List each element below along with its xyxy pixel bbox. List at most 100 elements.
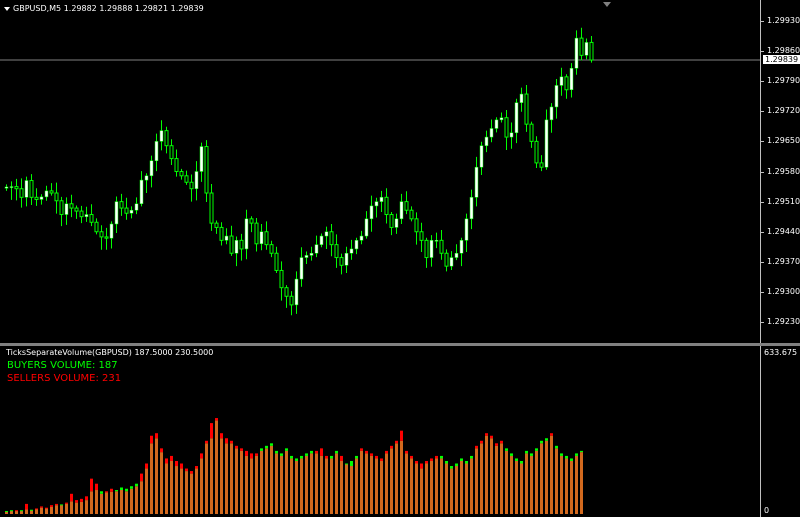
buyers-volume-bar <box>505 448 508 451</box>
buyers-volume-bar <box>345 463 348 465</box>
price-scale[interactable]: 1.29930 1.29860 1.29790 1.29720 1.29650 1.295… <box>760 0 800 343</box>
candle-body-bear <box>54 192 59 202</box>
volume-indicator-pane[interactable]: TicksSeparateVolume(GBPUSD) 187.5000 230… <box>0 346 760 517</box>
volume-bar-base <box>365 453 368 514</box>
volume-bar-base <box>260 450 263 514</box>
sellers-volume-bar <box>385 450 388 454</box>
volume-bar-base <box>400 440 403 514</box>
sellers-volume-bar <box>185 468 188 472</box>
volume-bar-base <box>540 443 543 514</box>
price-tick-label: 1.29790 <box>767 76 800 86</box>
candle-body-bull <box>364 218 369 237</box>
buyers-volume-bar <box>580 450 583 453</box>
price-tick-label: 1.29440 <box>767 226 800 236</box>
candle-body-bear <box>214 222 219 228</box>
sellers-volume-bar <box>395 440 398 444</box>
volume-bar-base <box>440 458 443 514</box>
volume-bar-base <box>10 510 13 514</box>
candle-body-bear <box>59 200 64 216</box>
candle-body-bull <box>259 231 264 245</box>
candlestick-chart <box>0 27 760 316</box>
volume-bar-base <box>40 507 43 514</box>
candle-body-bull <box>554 85 559 108</box>
volume-bar-base <box>465 463 468 514</box>
candle-body-bear <box>409 209 414 220</box>
volume-bar-base <box>520 463 523 514</box>
sellers-volume-bar <box>210 423 213 439</box>
volume-bar-base <box>550 435 553 514</box>
chart-menu-icon[interactable] <box>4 6 10 11</box>
candle-body-bull <box>474 166 479 198</box>
candle-body-bear <box>79 210 84 218</box>
candle-body-bull <box>519 93 524 103</box>
buyers-volume-bar <box>5 510 8 512</box>
candle-body-bear <box>184 175 189 183</box>
sellers-volume-bar <box>495 443 498 446</box>
buyers-volume-bar <box>130 486 133 489</box>
volume-bar-base <box>110 491 113 514</box>
sellers-volume-bar <box>105 491 108 493</box>
candle-body-bull <box>354 240 359 250</box>
candle-body-bull <box>9 186 14 188</box>
volume-bar-base <box>370 455 373 514</box>
volume-bar-base <box>25 509 28 514</box>
volume-bar-base <box>160 452 163 514</box>
buyers-volume-bar <box>555 445 558 449</box>
volume-bar-base <box>435 458 438 514</box>
sellers-volume-bar <box>405 450 408 454</box>
candle-body-bull <box>154 141 159 161</box>
volume-bar-base <box>320 455 323 514</box>
volume-scale[interactable]: 633.675 0 <box>760 346 800 517</box>
buyers-volume-bar <box>525 450 528 454</box>
candle-body-bear <box>124 207 129 214</box>
buyers-volume-bar <box>535 448 538 451</box>
buyers-volume-bar <box>560 453 563 456</box>
volume-bar-base <box>190 473 193 514</box>
sellers-volume-bar <box>155 433 158 439</box>
candle-body-bull <box>244 218 249 250</box>
sellers-volume-bar <box>180 463 183 469</box>
buyers-volume-bar <box>310 450 313 454</box>
buyers-volume-bar <box>120 487 123 491</box>
volume-bar-base <box>325 458 328 514</box>
volume-bar-base <box>560 455 563 514</box>
volume-bar-base <box>415 463 418 514</box>
sellers-volume-bar <box>190 471 193 474</box>
volume-histogram <box>5 418 583 514</box>
price-chart-pane[interactable]: GBPUSD,M5 1.29882 1.29888 1.29821 1.2983… <box>0 0 760 343</box>
candle-body-bear <box>74 207 79 212</box>
volume-bar-base <box>290 458 293 514</box>
candle-body-bear <box>104 236 109 239</box>
current-price-label: 1.29839 <box>763 55 800 65</box>
candle-body-bull <box>344 253 349 266</box>
candle-body-bull <box>324 231 329 237</box>
sellers-volume-bar <box>65 502 68 504</box>
buyers-volume-bar <box>460 458 463 461</box>
sellers-volume-bar <box>150 435 153 444</box>
candle-body-bull <box>314 244 319 254</box>
volume-bar-base <box>245 455 248 514</box>
chart-shift-marker-icon[interactable] <box>603 2 611 7</box>
buyers-volume-bar <box>520 460 523 464</box>
volume-bar-base <box>100 493 103 514</box>
price-tick-mark <box>761 171 764 173</box>
candle-body-bull <box>349 248 354 254</box>
candle-body-bear <box>589 41 594 61</box>
candle-body-bull <box>509 132 514 138</box>
volume-bar-base <box>210 438 213 514</box>
candle-body-bull <box>224 235 229 241</box>
volume-bar-base <box>430 460 433 514</box>
volume-bar-base <box>460 460 463 514</box>
buyers-volume-bar <box>565 455 568 459</box>
buyers-volume-bar <box>305 453 308 456</box>
candle-body-bear <box>19 188 24 198</box>
volume-bar-base <box>445 463 448 514</box>
sellers-volume-bar <box>90 478 93 492</box>
price-tick-label: 1.29580 <box>767 166 800 176</box>
volume-bar-base <box>515 460 518 514</box>
volume-bar-base <box>270 445 273 514</box>
candle-body-bull <box>234 240 239 254</box>
candle-body-bear <box>69 203 74 209</box>
volume-bar-base <box>565 458 568 514</box>
candle-body-bear <box>329 231 334 246</box>
